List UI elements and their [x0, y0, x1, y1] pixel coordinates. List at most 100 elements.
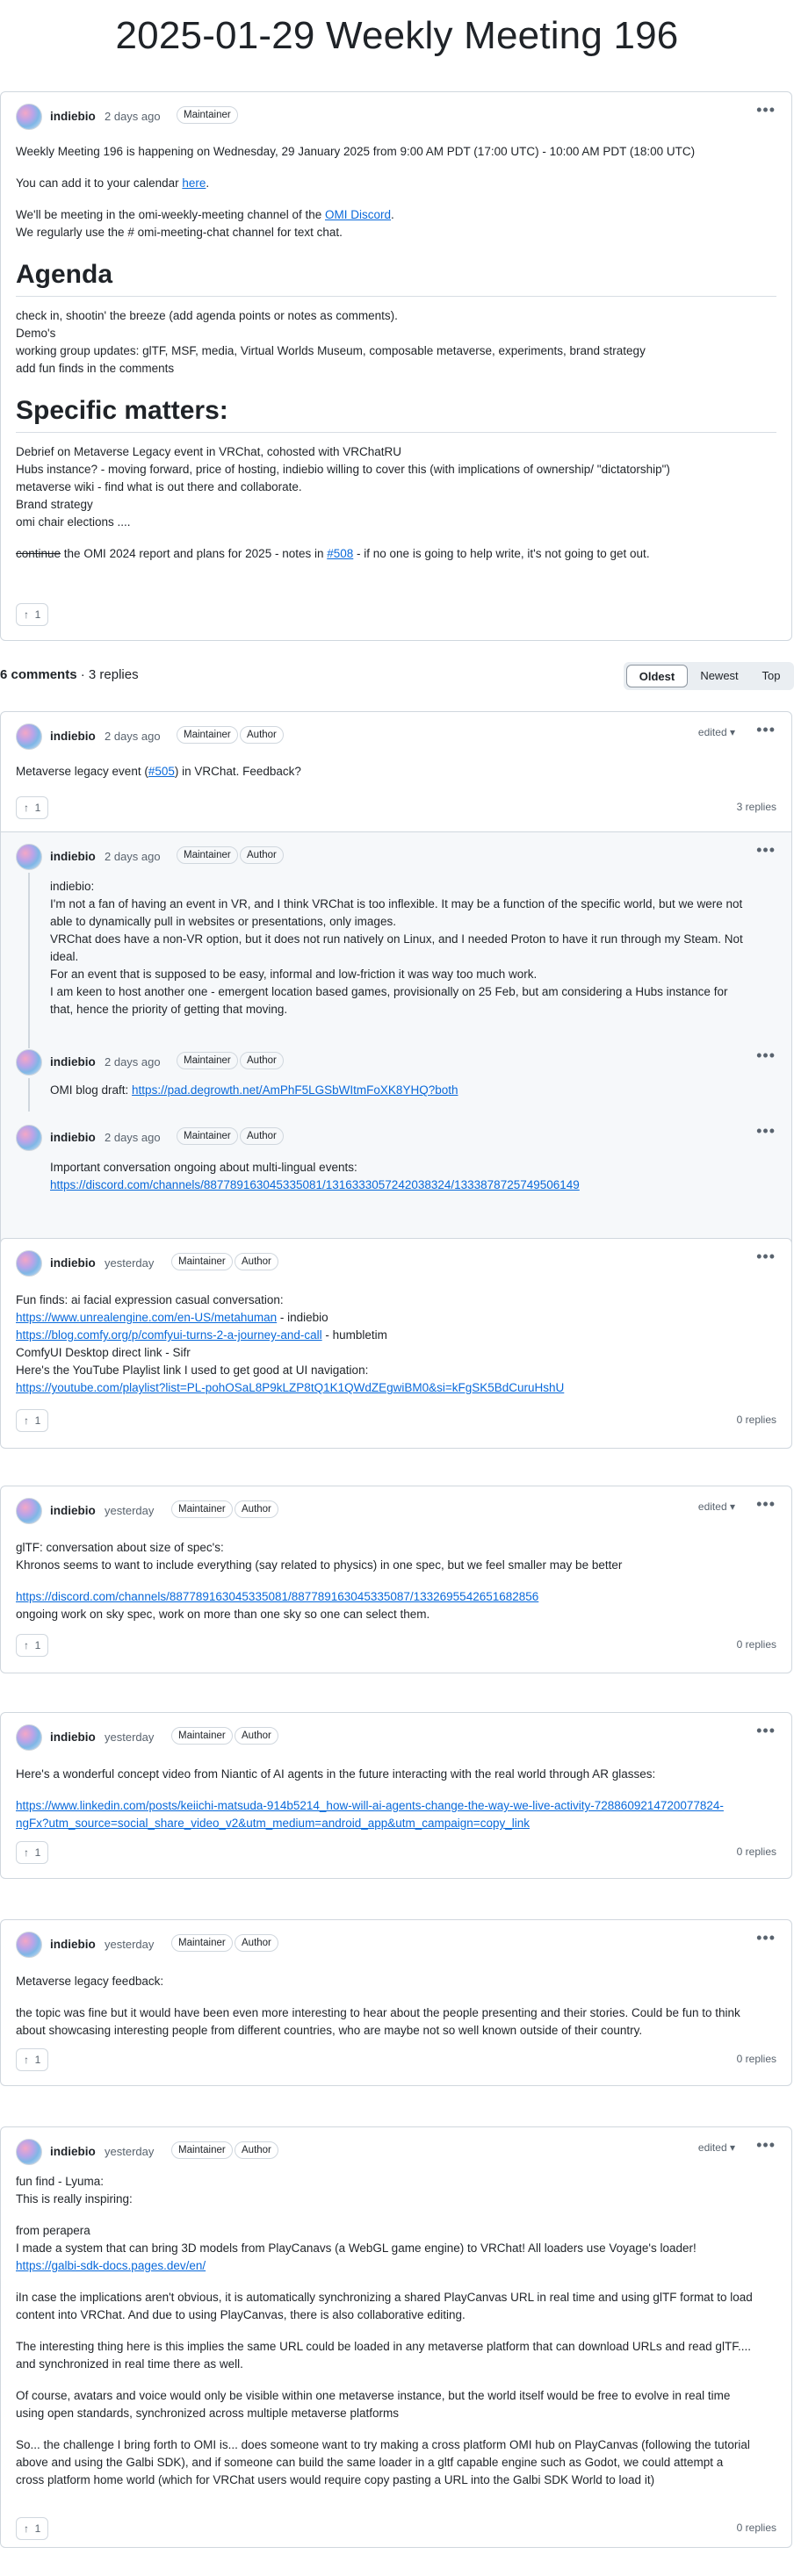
- linkedin-link[interactable]: ngFx?utm_source=social_share_video_v2&ut…: [16, 1817, 530, 1830]
- timestamp[interactable]: 2 days ago: [105, 1055, 161, 1069]
- upvote-button[interactable]: ↑ 1: [16, 796, 49, 819]
- avatar[interactable]: [16, 844, 42, 870]
- author-badge: Author: [235, 1934, 278, 1952]
- reply-count[interactable]: 0 replies: [737, 2053, 776, 2065]
- reply-count[interactable]: 3 replies: [737, 801, 776, 813]
- role-badge: Maintainer: [171, 1727, 233, 1745]
- author-badge: Author: [235, 1253, 278, 1270]
- discord-link[interactable]: https://discord.com/channels/88778916304…: [16, 1590, 538, 1603]
- sort-top-button[interactable]: Top: [752, 665, 790, 687]
- avatar[interactable]: [16, 723, 42, 750]
- reply-count[interactable]: 0 replies: [737, 1638, 776, 1651]
- sort-oldest-button[interactable]: Oldest: [626, 665, 688, 687]
- discord-link[interactable]: https://discord.com/channels/88778916304…: [50, 1178, 580, 1191]
- kebab-menu-icon[interactable]: •••: [756, 101, 776, 119]
- reply-line: indiebio:: [50, 880, 95, 893]
- timestamp[interactable]: yesterday: [105, 1504, 154, 1517]
- author-name[interactable]: indiebio: [50, 1131, 96, 1144]
- avatar[interactable]: [16, 1049, 42, 1076]
- arrow-up-icon: ↑: [24, 2054, 29, 2066]
- comfy-blog-link[interactable]: https://blog.comfy.org/p/comfyui-turns-2…: [16, 1328, 322, 1342]
- reply-count[interactable]: 0 replies: [737, 2522, 776, 2534]
- comment-line: I made a system that can bring 3D models…: [16, 2241, 697, 2255]
- avatar[interactable]: [16, 1724, 42, 1751]
- avatar[interactable]: [16, 1125, 42, 1151]
- kebab-menu-icon[interactable]: •••: [756, 841, 776, 860]
- author-name[interactable]: indiebio: [50, 2145, 96, 2158]
- timestamp[interactable]: 2 days ago: [105, 110, 161, 123]
- upvote-button[interactable]: ↑ 1: [16, 2048, 49, 2071]
- kebab-menu-icon[interactable]: •••: [756, 1248, 776, 1266]
- role-badge: Maintainer: [177, 1127, 238, 1145]
- kebab-menu-icon[interactable]: •••: [756, 1047, 776, 1065]
- role-badge: Maintainer: [171, 1253, 233, 1270]
- comment-line: the topic was fine but it would have bee…: [16, 2006, 740, 2019]
- comment-header: indiebio 2 days ago Maintainer Author ed…: [1, 712, 791, 758]
- reply-count[interactable]: 0 replies: [737, 1414, 776, 1426]
- timestamp[interactable]: 2 days ago: [105, 850, 161, 863]
- thread-line: [28, 873, 30, 1048]
- comment-body: glTF: conversation about size of spec's:…: [16, 1539, 776, 1623]
- calendar-link[interactable]: here: [182, 176, 206, 190]
- upvote-button[interactable]: ↑ 1: [16, 1409, 49, 1432]
- comment-line: https://www.linkedin.com/posts/keiichi-m…: [16, 1797, 776, 1815]
- issue-link[interactable]: #505: [148, 765, 175, 778]
- timestamp[interactable]: yesterday: [105, 2145, 154, 2158]
- kebab-menu-icon[interactable]: •••: [756, 2136, 776, 2155]
- avatar[interactable]: [16, 1250, 42, 1277]
- comment-footer: ↑ 1 3 replies: [16, 796, 776, 821]
- author-name[interactable]: indiebio: [50, 1938, 96, 1951]
- author-name[interactable]: indiebio: [50, 1504, 96, 1517]
- comment: indiebio yesterday Maintainer Author •••…: [0, 1238, 792, 1449]
- author-name[interactable]: indiebio: [50, 850, 96, 863]
- timestamp[interactable]: yesterday: [105, 1731, 154, 1744]
- avatar[interactable]: [16, 2139, 42, 2165]
- upvote-button[interactable]: ↑ 1: [16, 1634, 49, 1657]
- blog-draft-link[interactable]: https://pad.degrowth.net/AmPhF5LGSbWItmF…: [132, 1083, 458, 1097]
- upvote-button[interactable]: ↑ 1: [16, 603, 49, 626]
- issue-link[interactable]: #508: [327, 547, 353, 560]
- arrow-up-icon: ↑: [24, 2522, 29, 2535]
- upvote-button[interactable]: ↑ 1: [16, 1841, 49, 1864]
- edited-dropdown[interactable]: edited ▾: [698, 1500, 735, 1513]
- avatar[interactable]: [16, 1932, 42, 1958]
- divider: [16, 296, 776, 297]
- edited-dropdown[interactable]: edited ▾: [698, 2141, 735, 2154]
- kebab-menu-icon[interactable]: •••: [756, 721, 776, 739]
- edited-dropdown[interactable]: edited ▾: [698, 726, 735, 738]
- comment-line: https://www.unrealengine.com/en-US/metah…: [16, 1311, 328, 1324]
- kebab-menu-icon[interactable]: •••: [756, 1122, 776, 1140]
- comment-line: Of course, avatars and voice would only …: [16, 2389, 731, 2402]
- avatar[interactable]: [16, 1498, 42, 1524]
- comment-line: Metaverse legacy feedback:: [16, 1975, 164, 1988]
- timestamp[interactable]: 2 days ago: [105, 730, 161, 743]
- reply-count[interactable]: 0 replies: [737, 1846, 776, 1858]
- discord-link[interactable]: OMI Discord: [325, 208, 391, 221]
- upvote-button[interactable]: ↑ 1: [16, 2517, 49, 2540]
- timestamp[interactable]: 2 days ago: [105, 1131, 161, 1144]
- kebab-menu-icon[interactable]: •••: [756, 1929, 776, 1947]
- author-name[interactable]: indiebio: [50, 110, 96, 123]
- comment-line: above and using the Galbi SDK), and if s…: [16, 2456, 724, 2469]
- author-name[interactable]: indiebio: [50, 1256, 96, 1270]
- reply-line: able to dynamically pull in websites or …: [50, 915, 396, 928]
- comment-header: indiebio yesterday Maintainer Author edi…: [1, 2127, 791, 2173]
- linkedin-link[interactable]: https://www.linkedin.com/posts/keiichi-m…: [16, 1799, 724, 1812]
- specific-item: omi chair elections ....: [16, 515, 131, 529]
- avatar[interactable]: [16, 104, 42, 130]
- timestamp[interactable]: yesterday: [105, 1256, 154, 1270]
- reply-line: ideal.: [50, 950, 79, 963]
- youtube-playlist-link[interactable]: https://youtube.com/playlist?list=PL-poh…: [16, 1381, 564, 1394]
- timestamp[interactable]: yesterday: [105, 1938, 154, 1951]
- kebab-menu-icon[interactable]: •••: [756, 1722, 776, 1740]
- comment-line: using open standards, synchronized acros…: [16, 2407, 399, 2420]
- sort-newest-button[interactable]: Newest: [690, 665, 748, 687]
- kebab-menu-icon[interactable]: •••: [756, 1495, 776, 1514]
- author-name[interactable]: indiebio: [50, 1731, 96, 1744]
- reply: indiebio 2 days ago Maintainer Author ••…: [1, 832, 791, 1048]
- author-name[interactable]: indiebio: [50, 1055, 96, 1069]
- discussion-post: indiebio 2 days ago Maintainer ••• Weekl…: [0, 91, 792, 641]
- author-name[interactable]: indiebio: [50, 730, 96, 743]
- galbi-sdk-link[interactable]: https://galbi-sdk-docs.pages.dev/en/: [16, 2259, 206, 2272]
- metahuman-link[interactable]: https://www.unrealengine.com/en-US/metah…: [16, 1311, 277, 1324]
